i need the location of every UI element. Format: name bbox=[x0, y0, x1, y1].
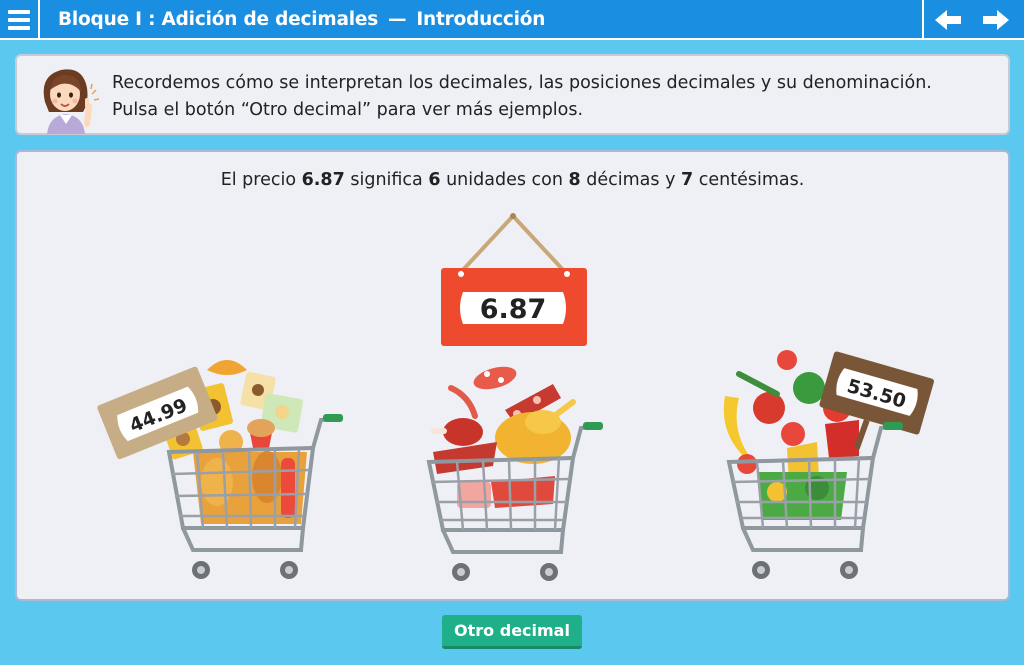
arrow-left-icon[interactable] bbox=[930, 4, 966, 36]
main-panel: El precio 6.87 significa 6 unidades con … bbox=[15, 150, 1010, 601]
hanging-price-sign: 6.87 bbox=[441, 213, 587, 346]
title-dash: — bbox=[388, 9, 407, 30]
instruction-line-2: Pulsa el botón “Otro decimal” para ver m… bbox=[112, 100, 584, 120]
price-sign-value: 6.87 bbox=[480, 294, 547, 325]
menu-line bbox=[8, 18, 30, 22]
nav-divider bbox=[922, 0, 924, 40]
arrow-right-icon[interactable] bbox=[978, 4, 1014, 36]
hamburger-menu-icon[interactable] bbox=[0, 0, 40, 40]
menu-line bbox=[8, 26, 30, 30]
title-section: Introducción bbox=[416, 9, 546, 30]
title-block: Bloque I : Adición de decimales bbox=[58, 9, 379, 30]
menu-line bbox=[8, 10, 30, 14]
header-bar: Bloque I : Adición de decimales — Introduc… bbox=[0, 0, 1024, 40]
illustration-layer: 6.87 44.99 53.50 bbox=[97, 213, 934, 581]
other-decimal-button[interactable]: Otro decimal bbox=[442, 615, 582, 649]
produce-cart: 53.50 bbox=[723, 350, 934, 579]
teacher-avatar-icon bbox=[43, 69, 100, 134]
instruction-line-1: Recordemos cómo se interpretan los decim… bbox=[112, 73, 932, 93]
instruction-box: Recordemos cómo se interpretan los decim… bbox=[15, 54, 1010, 135]
page-title: Bloque I : Adición de decimales — Introduc… bbox=[58, 0, 545, 40]
bakery-cart: 44.99 bbox=[97, 360, 343, 579]
instruction-text: Recordemos cómo se interpretan los decim… bbox=[112, 70, 1002, 124]
meat-cart bbox=[426, 366, 603, 581]
meat-groceries-icon bbox=[431, 366, 576, 508]
